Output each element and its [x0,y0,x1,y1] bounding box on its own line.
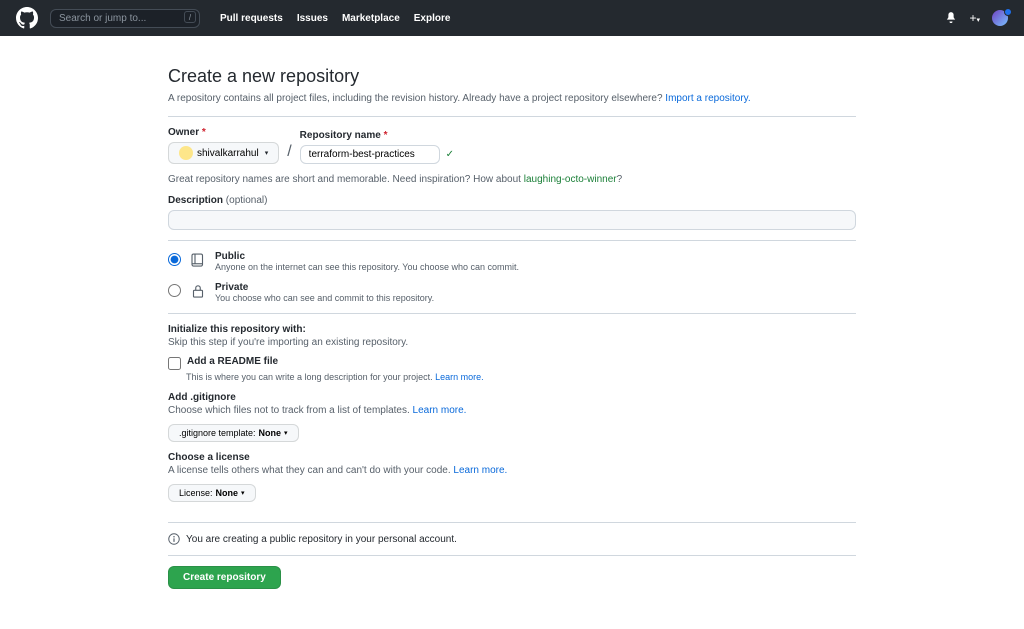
page-title: Create a new repository [168,66,856,87]
readme-title: Add a README file [187,356,278,367]
info-icon [168,533,180,545]
readme-learn-link[interactable]: Learn more. [435,372,484,382]
search-slash-icon: / [184,11,196,23]
repo-name-input[interactable] [300,145,440,164]
header-right: +▾ ▾ [945,10,1008,26]
repo-name-group: Repository name * ✓ [300,130,454,164]
name-hint: Great repository names are short and mem… [168,174,856,185]
repo-name-label: Repository name * [300,130,454,141]
header-left: / Pull requests Issues Marketplace Explo… [16,7,450,29]
private-desc: You choose who can see and commit to thi… [215,293,434,303]
private-radio[interactable] [168,284,181,297]
private-title: Private [215,282,434,293]
description-input[interactable] [168,210,856,230]
nav-issues[interactable]: Issues [297,13,328,24]
license-heading: Choose a license [168,452,856,463]
check-icon: ✓ [446,149,454,160]
info-text: You are creating a public repository in … [186,534,457,545]
caret-down-icon: ▾ [284,429,288,437]
nav-marketplace[interactable]: Marketplace [342,13,400,24]
visibility-private-row: Private You choose who can see and commi… [168,282,856,303]
owner-repo-row: Owner * shivalkarrahul ▾ / Repository na… [168,127,856,164]
caret-down-icon: ▾ [265,149,269,157]
owner-group: Owner * shivalkarrahul ▾ [168,127,279,164]
visibility-public-row: Public Anyone on the internet can see th… [168,251,856,272]
license-dropdown[interactable]: License: None▾ [168,484,256,502]
public-desc: Anyone on the internet can see this repo… [215,262,519,272]
public-title: Public [215,251,519,262]
name-suggestion-link[interactable]: laughing-octo-winner [524,174,617,185]
repo-icon [189,251,207,269]
github-logo-icon[interactable] [16,7,38,29]
nav-explore[interactable]: Explore [414,13,451,24]
nav-pull-requests[interactable]: Pull requests [220,13,283,24]
user-menu[interactable]: ▾ [992,10,1008,26]
gitignore-sub: Choose which files not to track from a l… [168,405,856,416]
search-box: / [50,8,200,28]
nav-links: Pull requests Issues Marketplace Explore [220,13,450,24]
import-link[interactable]: Import a repository. [665,93,750,104]
init-heading: Initialize this repository with: [168,324,856,335]
license-learn-link[interactable]: Learn more. [453,465,507,476]
global-header: / Pull requests Issues Marketplace Explo… [0,0,1024,36]
avatar-icon [992,10,1008,26]
description-label: Description (optional) [168,195,856,206]
page-subtitle: A repository contains all project files,… [168,91,856,106]
plus-icon[interactable]: +▾ [969,11,980,25]
search-input[interactable] [50,9,200,28]
lock-icon [189,282,207,300]
owner-avatar-icon [179,146,193,160]
create-repository-button[interactable]: Create repository [168,566,281,589]
license-sub: A license tells others what they can and… [168,465,856,476]
public-radio[interactable] [168,253,181,266]
slash-separator: / [287,143,291,164]
readme-checkbox[interactable] [168,357,181,370]
owner-label: Owner * [168,127,279,138]
owner-dropdown[interactable]: shivalkarrahul ▾ [168,142,279,164]
info-row: You are creating a public repository in … [168,533,856,545]
notifications-icon[interactable] [945,11,957,26]
gitignore-learn-link[interactable]: Learn more. [413,405,467,416]
gitignore-heading: Add .gitignore [168,392,856,403]
main-content: Create a new repository A repository con… [152,36,872,629]
readme-desc: This is where you can write a long descr… [168,372,856,382]
readme-row: Add a README file [168,356,856,370]
init-sub: Skip this step if you're importing an ex… [168,337,856,348]
caret-down-icon: ▾ [241,489,245,497]
gitignore-dropdown[interactable]: .gitignore template: None▾ [168,424,299,442]
